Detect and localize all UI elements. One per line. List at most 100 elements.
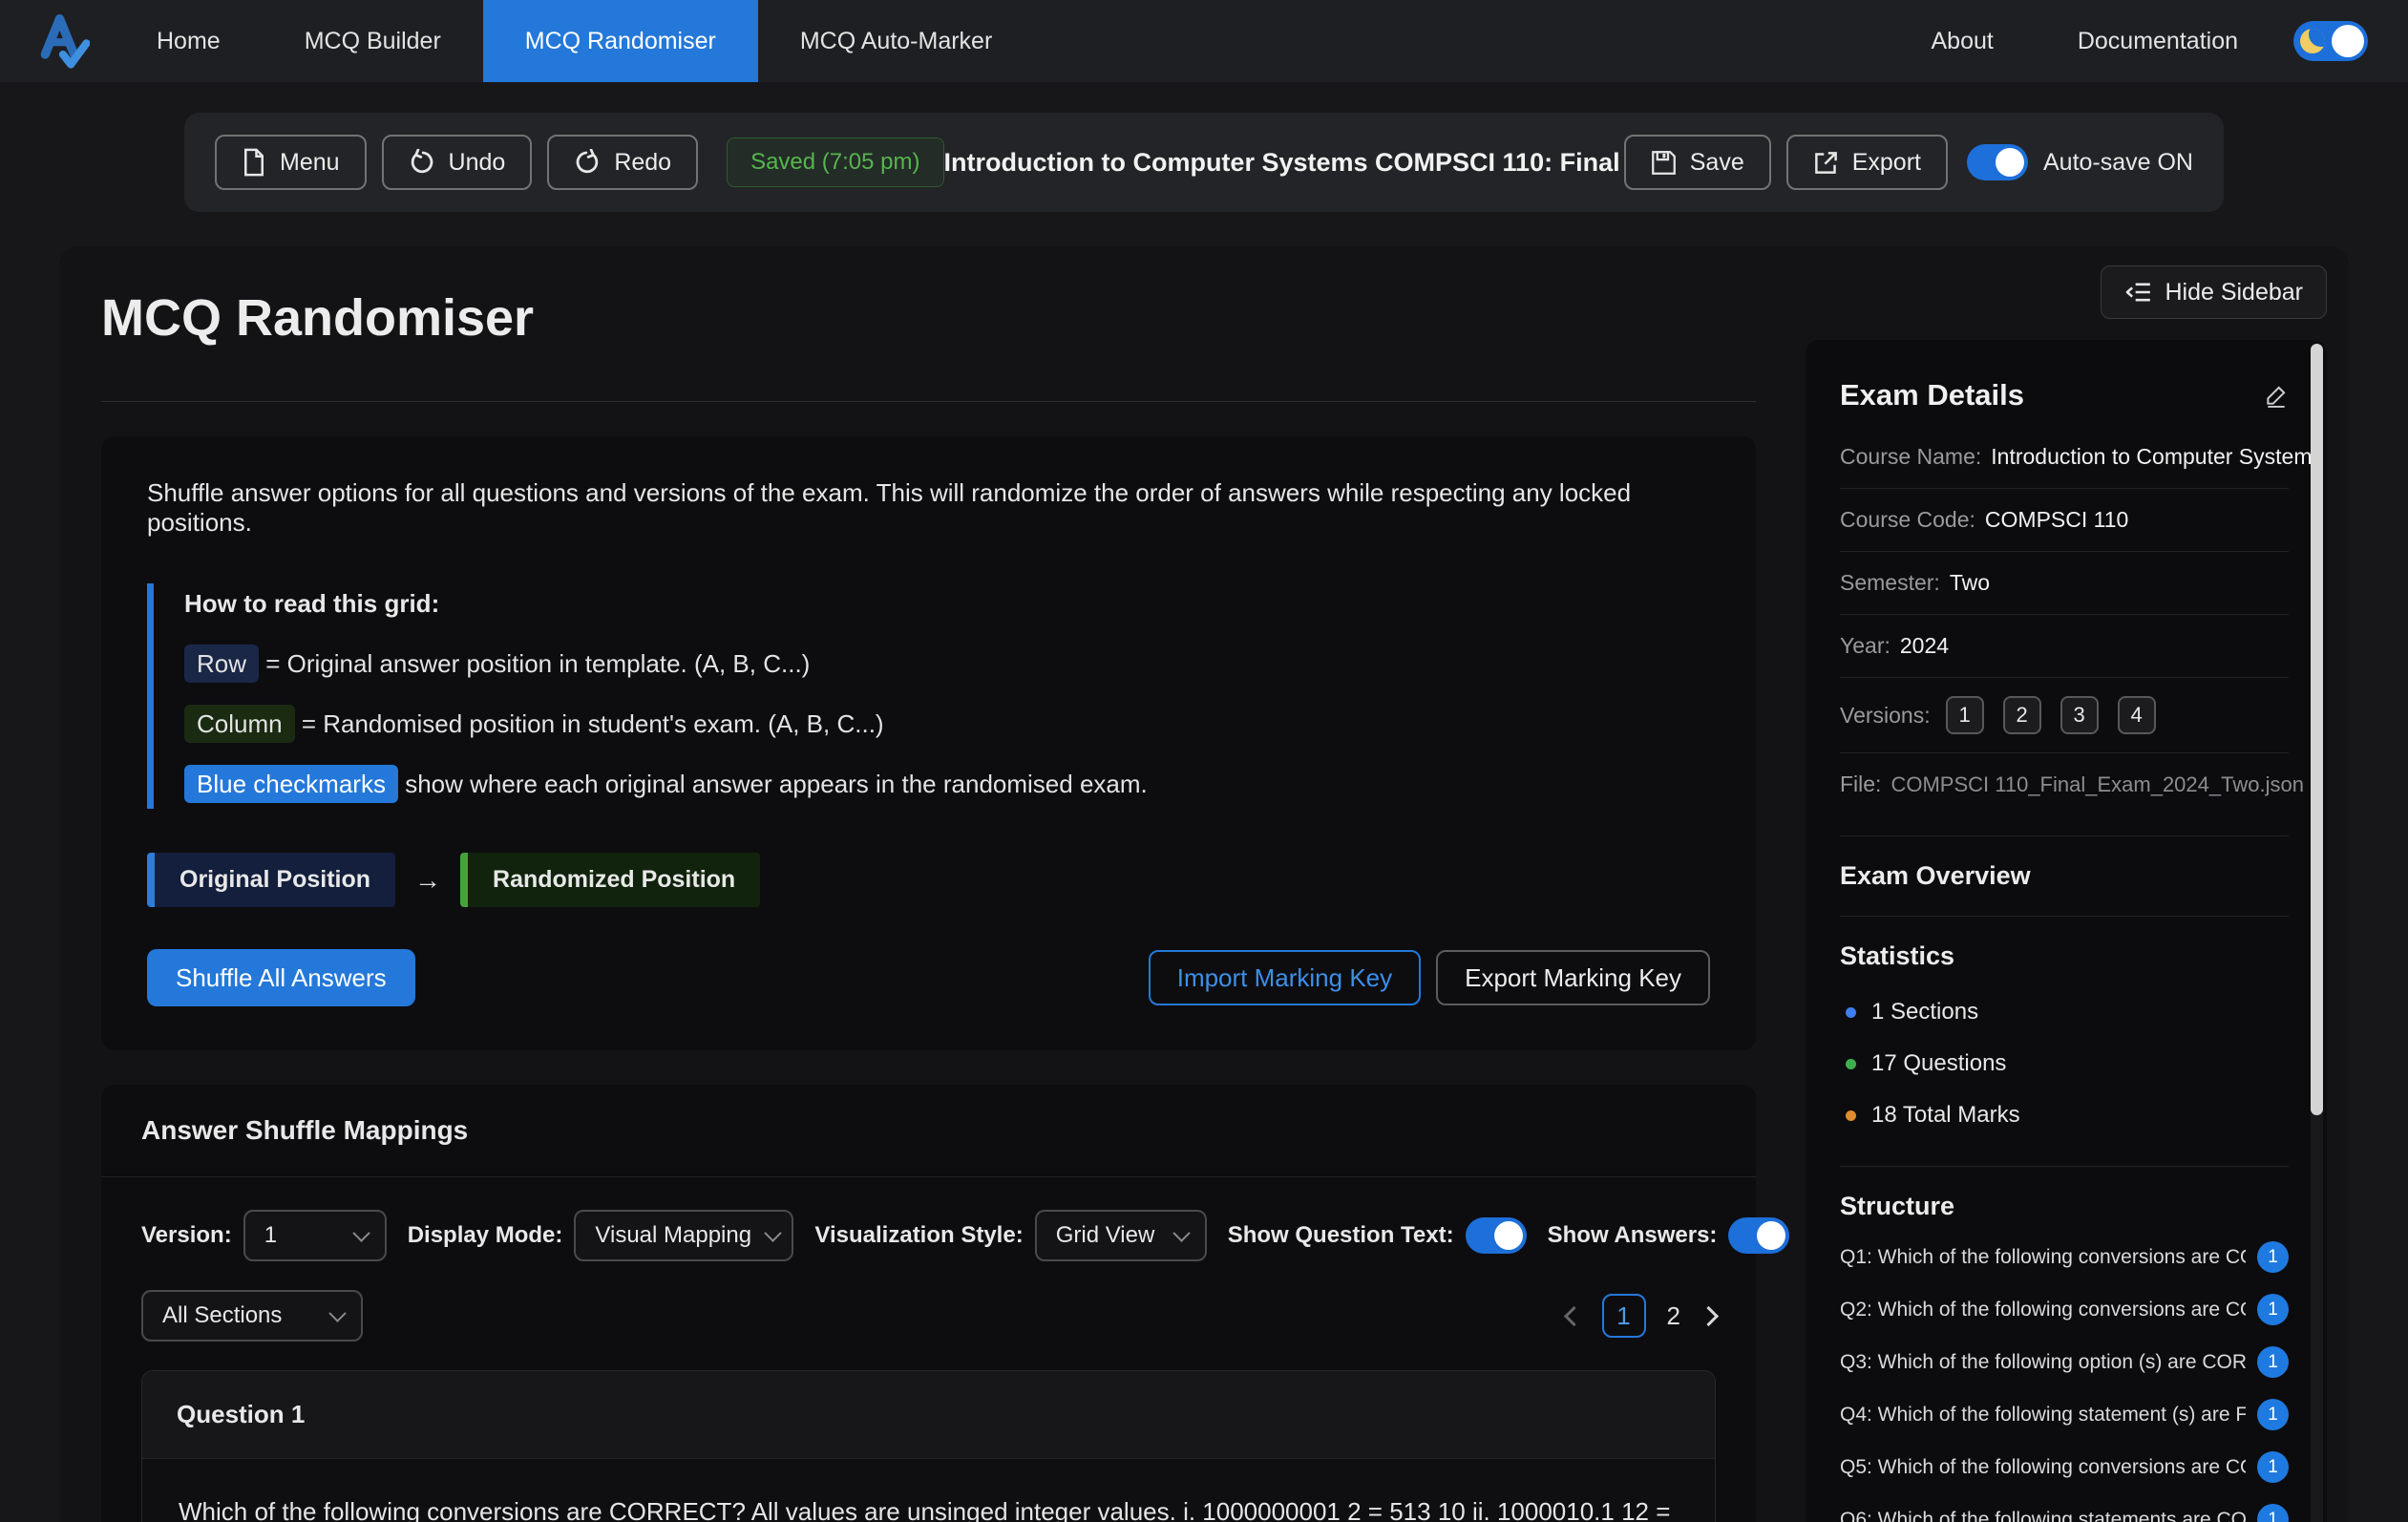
nav-item-home[interactable]: Home (115, 0, 263, 82)
structure-item-q4[interactable]: Q4: Which of the following statement (s)… (1840, 1388, 2289, 1441)
top-navbar: Home MCQ Builder MCQ Randomiser MCQ Auto… (0, 0, 2408, 82)
structure-item-q5[interactable]: Q5: Which of the following conversions a… (1840, 1441, 2289, 1493)
shuffle-description: Shuffle answer options for all questions… (147, 478, 1710, 538)
auto-save-toggle[interactable] (1967, 144, 2028, 180)
question-title: Question 1 (142, 1371, 1715, 1459)
howto-title: How to read this grid: (184, 589, 1710, 619)
nav-item-mcq-randomiser[interactable]: MCQ Randomiser (483, 0, 758, 82)
undo-button[interactable]: Undo (382, 135, 533, 190)
auto-save-label: Auto-save ON (2043, 149, 2193, 177)
mapping-controls: Version: 1 Display Mode: Visual Mapping … (141, 1210, 1716, 1261)
visualization-style-select[interactable]: Grid View (1035, 1210, 1207, 1261)
save-button[interactable]: Save (1624, 135, 1771, 190)
export-marking-key-button[interactable]: Export Marking Key (1436, 950, 1710, 1005)
version-1-button[interactable]: 1 (1946, 696, 1984, 734)
exam-title: Introduction to Computer Systems COMPSCI… (944, 148, 1624, 178)
orange-dot-icon (1846, 1110, 1856, 1121)
toggle-knob (1494, 1221, 1523, 1250)
page-2-button[interactable]: 2 (1667, 1301, 1680, 1331)
export-icon (1813, 150, 1839, 176)
previous-page-icon[interactable] (1563, 1305, 1583, 1325)
statistics-title: Statistics (1840, 941, 2289, 971)
howto-row-line: Row = Original answer position in templa… (184, 649, 1710, 679)
page-1-button[interactable]: 1 (1602, 1294, 1646, 1338)
chevron-down-icon (764, 1224, 781, 1241)
howto-block: How to read this grid: Row = Original an… (147, 583, 1710, 809)
toggle-knob (2332, 25, 2364, 57)
column-badge: Column (184, 705, 295, 743)
dark-mode-toggle[interactable] (2293, 21, 2368, 61)
structure-item-q1[interactable]: Q1: Which of the following conversions a… (1840, 1231, 2289, 1283)
toggle-knob (1757, 1221, 1785, 1250)
logo-a-check-icon (36, 11, 90, 71)
display-mode-select[interactable]: Visual Mapping (574, 1210, 793, 1261)
sections-select[interactable]: All Sections (141, 1290, 363, 1342)
question-card: Question 1 Which of the following conver… (141, 1370, 1716, 1522)
semester-field: Semester: Two (1840, 552, 2289, 615)
marks-badge: 1 (2257, 1399, 2289, 1430)
stat-total-marks: 18 Total Marks (1840, 1089, 2289, 1141)
app-logo[interactable] (36, 0, 90, 82)
menu-button[interactable]: Menu (215, 135, 367, 190)
stat-sections: 1 Sections (1840, 986, 2289, 1038)
arrow-right-icon: → (414, 865, 441, 896)
randomized-position-badge: Randomized Position (460, 853, 760, 907)
main-content-card: MCQ Randomiser Shuffle answer options fo… (59, 246, 2349, 1522)
edit-pencil-icon[interactable] (2264, 383, 2289, 408)
show-answers-toggle[interactable] (1728, 1217, 1789, 1254)
file-name: COMPSCI 110_Final_Exam_2024_Two.json (1890, 772, 2303, 797)
structure-item-q2[interactable]: Q2: Which of the following conversions a… (1840, 1283, 2289, 1336)
year-field: Year: 2024 (1840, 615, 2289, 678)
version-4-button[interactable]: 4 (2118, 696, 2156, 734)
mappings-title: Answer Shuffle Mappings (101, 1085, 1756, 1177)
file-field: File: COMPSCI 110_Final_Exam_2024_Two.js… (1840, 753, 2289, 836)
chevron-down-icon (1172, 1224, 1190, 1241)
marks-badge: 1 (2257, 1504, 2289, 1522)
redo-icon (574, 149, 601, 176)
sidebar-scrollbar[interactable] (2311, 344, 2323, 1115)
version-3-button[interactable]: 3 (2060, 696, 2099, 734)
chevron-down-icon (352, 1224, 370, 1241)
shuffle-all-answers-button[interactable]: Shuffle All Answers (147, 949, 415, 1006)
version-2-button[interactable]: 2 (2003, 696, 2041, 734)
nav-item-mcq-builder[interactable]: MCQ Builder (263, 0, 483, 82)
sidebar-collapse-icon (2124, 281, 2151, 304)
show-question-text-toggle[interactable] (1466, 1217, 1527, 1254)
marks-badge: 1 (2257, 1294, 2289, 1325)
structure-item-q6[interactable]: Q6: Which of the following statements ar… (1840, 1493, 2289, 1522)
moon-icon (2300, 29, 2325, 53)
toggle-knob (1996, 148, 2024, 177)
structure-item-q3[interactable]: Q3: Which of the following option (s) ar… (1840, 1336, 2289, 1388)
marks-badge: 1 (2257, 1451, 2289, 1483)
marks-badge: 1 (2257, 1346, 2289, 1378)
import-marking-key-button[interactable]: Import Marking Key (1149, 950, 1421, 1005)
nav-item-documentation[interactable]: Documentation (2036, 28, 2280, 55)
nav-item-about[interactable]: About (1890, 28, 2036, 55)
course-name-field: Course Name: Introduction to Computer Sy… (1840, 426, 2289, 489)
next-page-icon[interactable] (1699, 1305, 1719, 1325)
export-button[interactable]: Export (1786, 135, 1948, 190)
exam-toolbar: Menu Undo Redo Saved (7:05 pm) Introduct… (184, 113, 2224, 212)
redo-button[interactable]: Redo (547, 135, 698, 190)
nav-item-mcq-auto-marker[interactable]: MCQ Auto-Marker (758, 0, 1034, 82)
blue-dot-icon (1846, 1007, 1856, 1018)
page-title: MCQ Randomiser (101, 288, 1756, 348)
question-text: Which of the following conversions are C… (179, 1497, 1679, 1522)
position-legend: Original Position → Randomized Position (147, 853, 1710, 907)
course-code-field: Course Code: COMPSCI 110 (1840, 489, 2289, 552)
structure-section: Structure Q1: Which of the following con… (1840, 1167, 2289, 1522)
original-position-badge: Original Position (147, 853, 395, 907)
version-select[interactable]: 1 (243, 1210, 387, 1261)
statistics-section: Statistics 1 Sections 17 Questions 18 To… (1840, 917, 2289, 1167)
versions-field: Versions: 1 2 3 4 (1840, 678, 2289, 753)
hide-sidebar-button[interactable]: Hide Sidebar (2101, 265, 2327, 319)
saved-status-badge: Saved (7:05 pm) (727, 137, 943, 187)
exam-overview-title: Exam Overview (1840, 861, 2289, 891)
shuffle-description-panel: Shuffle answer options for all questions… (101, 436, 1756, 1050)
howto-column-line: Column = Randomised position in student'… (184, 709, 1710, 739)
chevron-down-icon (328, 1304, 346, 1321)
pagination: 1 2 (1567, 1294, 1716, 1338)
undo-icon (409, 149, 435, 176)
howto-checkmarks-line: Blue checkmarks show where each original… (184, 770, 1710, 799)
marks-badge: 1 (2257, 1241, 2289, 1273)
